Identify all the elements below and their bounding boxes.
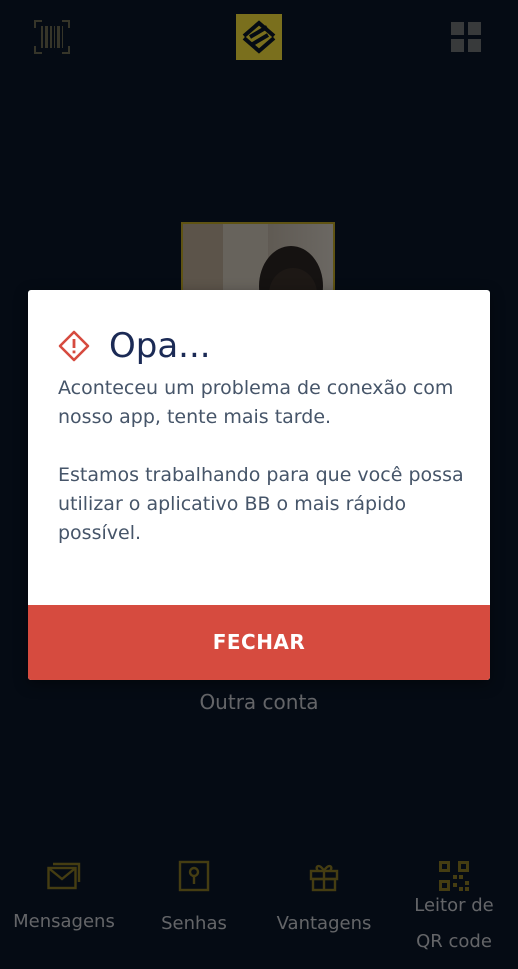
dialog-header: Opa... — [58, 326, 211, 366]
warning-icon — [58, 330, 90, 362]
dialog-message-2: Estamos trabalhando para que você possa … — [58, 464, 464, 544]
dialog-message: Aconteceu um problema de conexão com nos… — [58, 374, 468, 548]
close-button[interactable]: FECHAR — [28, 605, 490, 680]
dialog-message-1: Aconteceu um problema de conexão com nos… — [58, 377, 454, 428]
error-dialog: Opa... Aconteceu um problema de conexão … — [28, 290, 490, 680]
dialog-title: Opa... — [109, 326, 211, 366]
